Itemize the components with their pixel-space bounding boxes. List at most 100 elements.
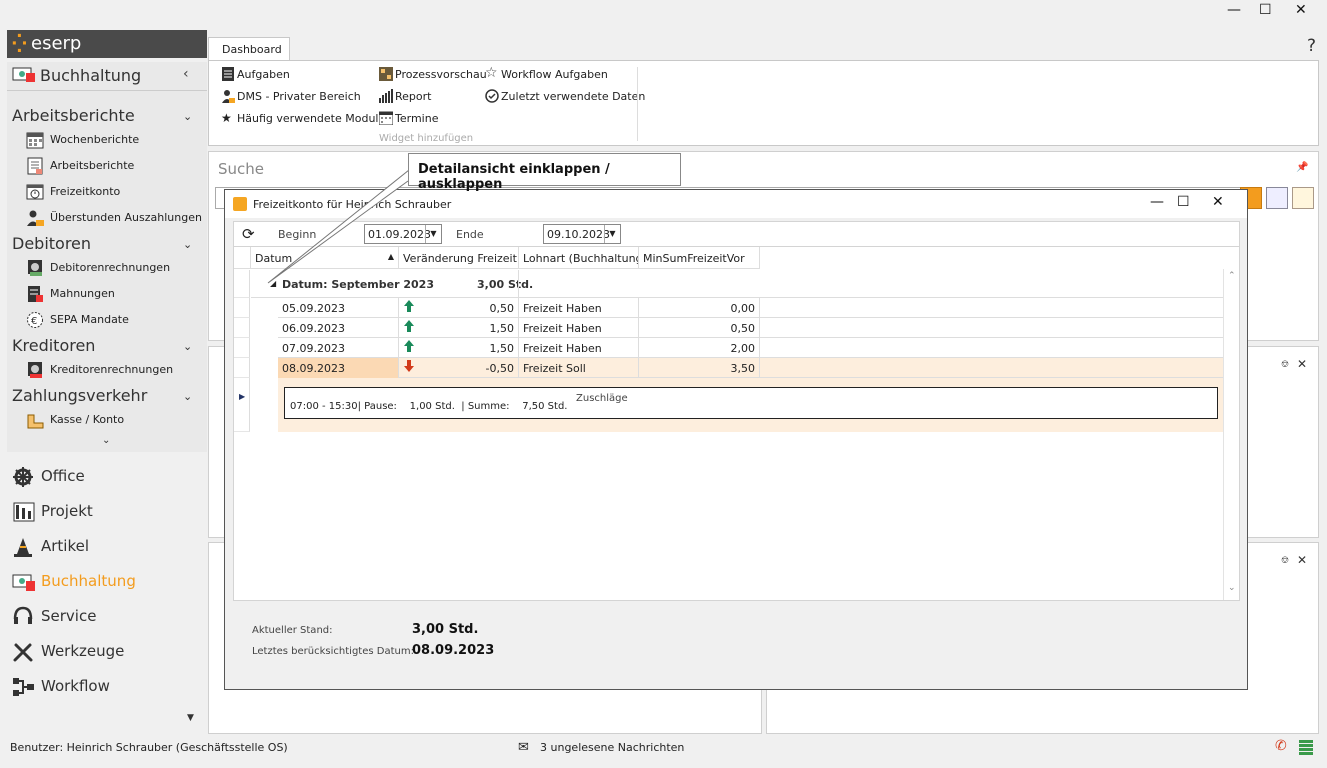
nav-projekt[interactable]: Projekt (12, 499, 202, 525)
sidebar-module-tree: Buchhaltung ‹ Arbeitsberichte ⌄ Wochenbe… (7, 62, 207, 452)
nav-service[interactable]: Service (12, 604, 202, 630)
maximize-icon[interactable]: ☐ (1177, 194, 1190, 210)
search-panel-title: Suche (218, 160, 265, 178)
table-row[interactable]: 06.09.2023 1,50 Freizeit Haben 0,50 (278, 318, 1223, 338)
nav-workflow[interactable]: Workflow (12, 674, 202, 700)
chevron-down-icon[interactable]: ⌄ (183, 390, 192, 403)
chevron-down-icon[interactable]: ⌄ (183, 110, 192, 123)
sort-asc-icon: ▲ (387, 252, 394, 261)
detail-time: 07:00 - 15:30| Pause: 1,00 Std. | Summe:… (290, 401, 568, 412)
filter-icon[interactable] (1266, 187, 1288, 209)
svg-text:€: € (31, 316, 37, 327)
current-row-icon: ▶ (239, 392, 246, 401)
scroll-up-icon[interactable]: ⌃ (1228, 271, 1236, 281)
sidebar-module-header[interactable]: Buchhaltung ‹ (7, 62, 207, 88)
status-user: Benutzer: Heinrich Schrauber (Geschäftss… (10, 741, 288, 754)
arrow-down-icon (403, 359, 415, 376)
row-selector[interactable] (234, 298, 250, 318)
nav-buchhaltung[interactable]: Buchhaltung (12, 569, 202, 595)
gear-wheel-icon (13, 467, 33, 487)
chevron-down-icon[interactable]: ⌄ (102, 435, 110, 446)
table-row[interactable]: 07.09.2023 1,50 Freizeit Haben 2,00 (278, 338, 1223, 358)
dropdown-arrow-icon[interactable]: ▼ (604, 225, 620, 243)
calendar-icon (379, 111, 393, 125)
calendar-icon (26, 132, 44, 149)
section-arbeitsberichte[interactable]: Arbeitsberichte (12, 106, 135, 125)
app-logo: ⁛ eserp (7, 30, 207, 58)
group-row[interactable]: ◢ Datum: September 2023 3,00 Std. (251, 270, 1223, 298)
person-money-icon (27, 210, 44, 226)
column-header-datum[interactable]: Datum ▲ (251, 247, 399, 269)
datum-label: Letztes berücksichtigtes Datum: (252, 646, 414, 657)
vertical-scrollbar[interactable]: ⌃ ⌄ (1223, 269, 1239, 600)
close-icon[interactable]: ✕ (1297, 357, 1307, 371)
collapse-triangle-icon[interactable]: ◢ (270, 279, 276, 288)
minimize-icon[interactable]: — (1150, 194, 1164, 210)
arrow-up-icon (403, 339, 415, 356)
status-messages[interactable]: 3 ungelesene Nachrichten (540, 741, 684, 754)
report-icon (27, 157, 43, 175)
row-selector[interactable] (234, 270, 250, 298)
beginn-date-field[interactable]: 01.09.2023 ▼ (364, 224, 442, 244)
row-selector[interactable] (234, 318, 250, 338)
row-header-corner (234, 247, 251, 269)
pin-icon[interactable]: ⎊ (1281, 555, 1289, 566)
section-zahlungsverkehr[interactable]: Zahlungsverkehr (12, 386, 147, 405)
close-icon[interactable]: ✕ (1295, 2, 1307, 18)
table-row-selected[interactable]: 08.09.2023 -0,50 Freizeit Soll 3,50 (278, 358, 1223, 378)
scroll-down-icon[interactable]: ⌄ (1228, 583, 1236, 593)
app-icon (233, 197, 247, 211)
close-icon[interactable]: ✕ (1212, 194, 1224, 210)
freizeitkonto-dialog: Freizeitkonto für Heinrich Schrauber — ☐… (224, 189, 1248, 690)
column-header-lohnart[interactable]: Lohnart (Buchhaltung) (519, 247, 639, 269)
dropdown-arrow-icon[interactable]: ▼ (425, 225, 441, 243)
reminder-icon (28, 286, 43, 302)
nav-office[interactable]: Office (12, 464, 202, 490)
tab-dashboard[interactable]: Dashboard (208, 37, 290, 61)
building-icon (13, 502, 35, 522)
row-selector[interactable] (234, 338, 250, 358)
detail-view: 07:00 - 15:30| Pause: 1,00 Std. | Summe:… (278, 378, 1223, 432)
chevron-down-icon[interactable]: ⌄ (183, 238, 192, 251)
table-row[interactable]: 05.09.2023 0,50 Freizeit Haben 0,00 (278, 298, 1223, 318)
logo-mark-icon: ⁛ (12, 34, 27, 54)
chevron-left-icon[interactable]: ‹ (183, 66, 189, 82)
ende-date-field[interactable]: 09.10.2023 ▼ (543, 224, 621, 244)
chevron-down-icon[interactable]: ▼ (187, 713, 194, 723)
person-icon (222, 90, 235, 103)
cone-icon (14, 538, 32, 557)
column-header-veraenderung[interactable]: Veränderung Freizeit... (399, 247, 519, 269)
row-selector[interactable] (234, 378, 250, 432)
clock-icon (26, 184, 44, 200)
status-bar: Benutzer: Heinrich Schrauber (Geschäftss… (0, 737, 1327, 759)
nav-artikel[interactable]: Artikel (12, 534, 202, 560)
mail-icon[interactable]: ✉ (518, 740, 529, 755)
minimize-icon[interactable]: — (1227, 2, 1241, 18)
maximize-icon[interactable]: ☐ (1259, 2, 1272, 18)
money-icon (12, 574, 35, 591)
section-debitoren[interactable]: Debitoren (12, 234, 91, 253)
close-icon[interactable]: ✕ (1297, 553, 1307, 567)
chevron-down-icon[interactable]: ⌄ (183, 340, 192, 353)
dialog-titlebar[interactable]: Freizeitkonto für Heinrich Schrauber — ☐… (225, 190, 1247, 218)
pin-icon[interactable]: ⎊ (1281, 359, 1289, 370)
pin-icon[interactable]: 📌 (1296, 162, 1308, 173)
section-kreditoren[interactable]: Kreditoren (12, 336, 95, 355)
arrow-up-icon (403, 299, 415, 316)
nav-werkzeuge[interactable]: Werkzeuge (12, 639, 202, 665)
database-icon[interactable] (1299, 740, 1313, 756)
row-selector[interactable] (234, 358, 250, 378)
detail-box: 07:00 - 15:30| Pause: 1,00 Std. | Summe:… (284, 387, 1218, 419)
column-header-minsum[interactable]: MinSumFreizeitVor (639, 247, 760, 269)
stand-label: Aktueller Stand: (252, 625, 333, 636)
arrow-up-icon (403, 319, 415, 336)
euro-icon: € (27, 312, 43, 328)
refresh-icon[interactable]: ⟳ (242, 225, 255, 243)
ribbon: Aufgaben DMS - Privater Bereich ★ Häufig… (208, 60, 1319, 146)
tools-icon (13, 643, 33, 662)
settings-icon[interactable] (1292, 187, 1314, 209)
help-icon[interactable]: ? (1307, 36, 1316, 56)
star-icon: ★ (221, 111, 232, 125)
phone-icon[interactable]: ✆ (1275, 738, 1287, 754)
recent-icon (485, 89, 499, 103)
